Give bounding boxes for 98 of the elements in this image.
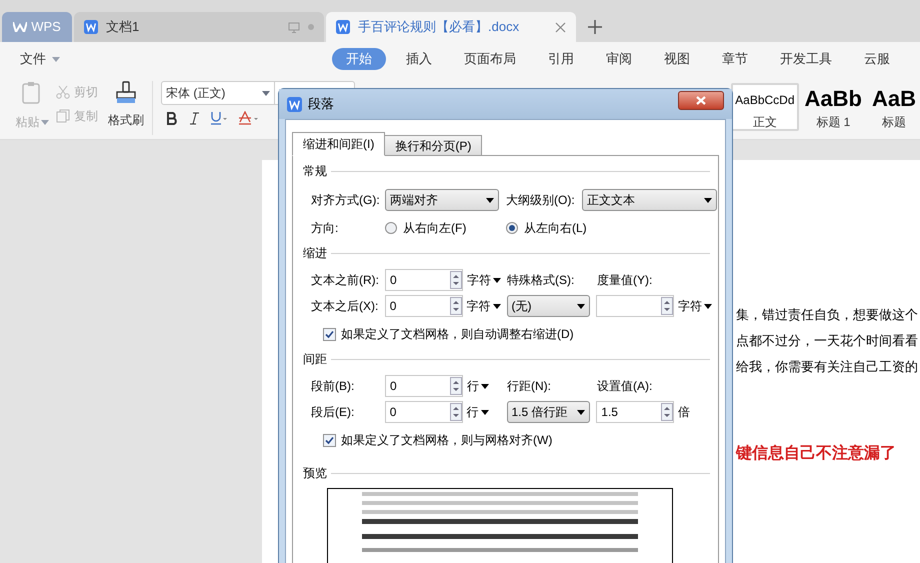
ribbon-tab[interactable]: 插入 [406,48,432,70]
checkbox[interactable] [323,434,336,446]
bold-icon[interactable] [167,112,178,124]
unit-dropdown[interactable]: 字符 [466,297,501,315]
check-icon [325,330,334,338]
dropdown[interactable]: 正文文本 [582,189,717,211]
caret-icon [481,384,489,388]
section-heading: 间距 [303,351,327,368]
field-label: 度量值(Y): [597,273,652,287]
style-preset[interactable]: AaBbCcDd 正文 [731,83,799,131]
radio-label: 从左向右(L) [524,220,587,237]
italic-icon[interactable] [190,112,199,124]
caret-icon [704,198,712,202]
font-dropdown[interactable]: 宋体 (正文) [161,81,275,105]
document-tab[interactable]: 文档1 [74,12,324,42]
section-heading: 常规 [303,163,327,180]
ribbon-tab[interactable]: 审阅 [606,48,632,70]
spinner-arrows-icon [450,271,462,289]
unit-dropdown[interactable]: 行 [466,403,489,421]
caret-icon [486,198,494,202]
ribbon-tab[interactable]: 引用 [548,48,574,70]
spin-field[interactable]: 1.5 [596,401,674,423]
dropdown[interactable]: (无) [506,295,590,317]
field-label: 行距(N): [507,379,551,393]
file-menu[interactable]: 文件 [20,49,46,69]
caret-icon [40,120,48,124]
caret-icon [52,56,60,62]
ribbon-tab[interactable]: 视图 [664,48,690,70]
unit-dropdown[interactable]: 字符 [678,297,712,315]
dialog-title: 段落 [308,95,334,114]
close-button[interactable] [678,90,724,110]
field-label: 特殊格式(S): [507,273,574,287]
dialog-tab[interactable]: 换行和分页(P) [384,135,482,156]
field-label: 段后(E): [311,405,354,419]
ribbon-tab[interactable]: 云服 [864,48,890,70]
field-label: 设置值(A): [597,379,652,393]
radio-button[interactable] [385,222,397,234]
spin-field[interactable]: 0 [385,375,463,397]
field-label: 文本之后(X): [311,299,378,313]
dialog-tab[interactable]: 缩进和间距(I) [292,132,386,156]
caret-icon [480,410,489,414]
monitor-icon [288,22,300,32]
document-text: 集，错过责任自负，想要做这个 [736,306,919,324]
document-icon [336,20,350,34]
field-label: 方向: [311,221,338,235]
document-text: 键信息自己不注意漏了 [736,443,897,464]
section-heading: 预览 [303,465,327,482]
close-icon[interactable] [555,22,566,32]
format-painter-button[interactable]: 格式刷 [108,111,144,129]
style-preset[interactable]: AaB 标题 [868,83,920,131]
strikethrough-icon[interactable] [239,111,259,125]
ribbon-tab[interactable]: 章节 [722,48,748,70]
document-text: 点都不过分，一天花个时间看看 [736,332,919,350]
checkbox[interactable] [323,328,336,340]
checkbox-label: 如果定义了文档网格，则与网格对齐(W) [341,432,552,449]
spinner-arrows-icon [661,297,674,315]
paint-brush-icon [114,81,138,105]
caret-icon [704,304,712,308]
document-icon [84,20,98,34]
dropdown[interactable]: 两端对齐 [385,189,499,211]
unit-dropdown[interactable]: 字符 [467,271,501,289]
caret-icon [262,90,270,96]
scissors-icon [56,85,70,99]
field-label: 文本之前(R): [311,273,379,287]
spinner-arrows-icon [450,377,462,395]
check-icon [325,436,334,444]
spin-field[interactable]: 0 [385,269,463,291]
caret-icon [493,278,501,282]
unit-label: 倍 [678,404,690,421]
document-tab[interactable]: 手百评论规则【必看】.docx [326,12,576,42]
close-icon [696,96,706,104]
underline-icon[interactable] [211,111,227,125]
radio-button[interactable] [506,222,518,234]
copy-icon [56,109,70,123]
spin-field[interactable] [596,295,674,317]
document-icon [287,96,302,112]
caret-icon [492,304,501,308]
spin-field[interactable]: 0 [384,401,463,423]
ribbon-tab[interactable]: 页面布局 [464,48,516,70]
radio-label: 从右向左(F) [403,220,466,237]
spinner-arrows-icon [450,403,462,421]
caret-icon [577,410,586,414]
wps-logo-icon [13,22,28,32]
style-preset[interactable]: AaBb 标题 1 [800,83,866,131]
unit-dropdown[interactable]: 行 [467,377,489,395]
field-label: 大纲级别(O): [506,193,575,207]
checkbox-label: 如果定义了文档网格，则自动调整右缩进(D) [341,326,574,343]
section-heading: 缩进 [303,245,327,262]
ribbon-tab[interactable]: 开发工具 [780,48,832,70]
field-label: 对齐方式(G): [311,193,380,207]
spinner-arrows-icon [450,297,462,315]
document-text: 给我，你需要有关注自己工资的 [736,358,919,376]
field-label: 段前(B): [311,379,354,393]
caret-icon [577,304,586,308]
dropdown[interactable]: 1.5 倍行距 [506,401,590,423]
spin-field[interactable]: 0 [384,295,463,317]
spinner-arrows-icon [661,403,674,421]
add-tab-icon[interactable] [588,20,602,34]
